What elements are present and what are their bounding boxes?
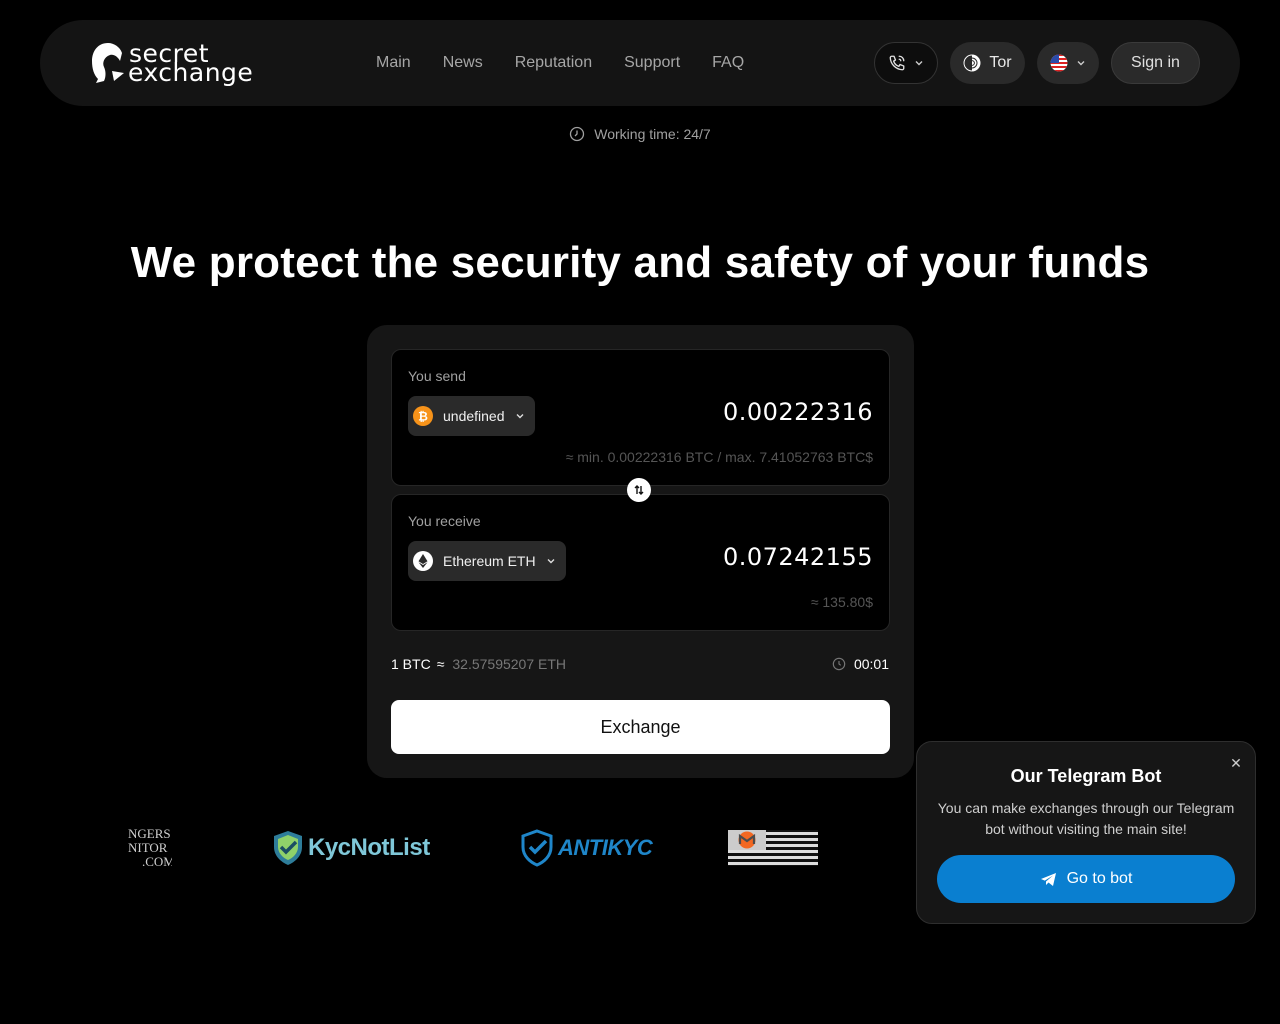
hooded-figure-logo-icon: [92, 43, 124, 83]
header-actions: Tor Sign in: [874, 42, 1200, 84]
monero-flag-icon: [728, 830, 818, 866]
logo-wordmark: secret exchange: [128, 41, 254, 87]
timer-value: 00:01: [853, 656, 889, 672]
nav-main[interactable]: Main: [376, 51, 411, 75]
send-panel: You send ₿ undefined ≈ min. 0.00222316 B…: [391, 349, 890, 486]
contact-dropdown-button[interactable]: [874, 42, 938, 84]
telegram-popup-title: Our Telegram Bot: [1010, 766, 1162, 786]
partner-monero-flag-logo[interactable]: [728, 826, 818, 870]
send-currency-select[interactable]: ₿ undefined: [408, 396, 535, 436]
logo[interactable]: secret exchange: [90, 41, 253, 85]
exchange-button[interactable]: Exchange: [391, 700, 890, 754]
nav-support[interactable]: Support: [624, 51, 680, 75]
telegram-bot-popup: ✕ Our Telegram Bot You can make exchange…: [916, 741, 1256, 924]
chevron-down-icon: [915, 61, 923, 66]
language-dropdown-button[interactable]: [1037, 42, 1099, 84]
logo-line-2: exchange: [128, 58, 254, 87]
working-time-text: Working time: 24/7: [594, 126, 711, 142]
swap-arrows-icon: [634, 485, 644, 495]
partner-antikyc-logo[interactable]: ANTIKYC: [520, 826, 653, 870]
chevron-down-icon: [547, 559, 555, 564]
antikyc-label: ANTIKYC: [558, 835, 653, 860]
chevron-down-icon: [516, 414, 524, 419]
shield-check-icon: [274, 831, 302, 865]
nav-faq[interactable]: FAQ: [712, 51, 744, 75]
kycnotlist-label: KycNotList: [308, 834, 430, 861]
nav-news[interactable]: News: [443, 51, 483, 75]
ethereum-icon: [413, 551, 433, 571]
dangers-line-2: NITOR: [128, 840, 168, 855]
clock-icon: [570, 126, 585, 142]
dangers-line-1: NGERS: [128, 826, 171, 841]
tor-onion-icon: [963, 54, 981, 72]
partner-dangers-monitor-logo[interactable]: NGERS NITOR .COM: [128, 826, 172, 870]
us-flag-icon: [1050, 54, 1068, 72]
rate-timer: 00:01: [832, 656, 889, 672]
receive-label: You receive: [408, 513, 481, 529]
rate-value: 32.57595207 ETH: [452, 656, 567, 672]
chevron-down-icon: [1077, 61, 1085, 66]
phone-icon: [889, 55, 905, 71]
telegram-plane-icon: [1040, 872, 1056, 886]
rate-approx-sign: ≈: [436, 656, 445, 672]
dangers-line-3: .COM: [142, 854, 172, 869]
tor-button[interactable]: Tor: [950, 42, 1025, 84]
sign-in-button[interactable]: Sign in: [1111, 42, 1200, 84]
send-limits-hint: ≈ min. 0.00222316 BTC / max. 7.41052763 …: [565, 449, 873, 465]
send-currency-label: undefined: [443, 408, 505, 424]
hero-title: We protect the security and safety of yo…: [130, 238, 1150, 287]
clock-icon: [832, 657, 846, 671]
shield-check-icon: [521, 829, 553, 867]
receive-panel: You receive Ethereum ETH ≈ 135.80$: [391, 494, 890, 631]
rate-base: 1 BTC: [391, 656, 431, 672]
send-amount-input[interactable]: [613, 398, 873, 426]
send-label: You send: [408, 368, 466, 384]
partner-kycnotlist-logo[interactable]: KycNotList: [272, 826, 430, 870]
working-time: Working time: 24/7: [0, 126, 1280, 142]
svg-text:₿: ₿: [418, 410, 428, 424]
nav-reputation[interactable]: Reputation: [515, 51, 592, 75]
header-bar: secret exchange Main News Reputation Sup…: [40, 20, 1240, 106]
main-nav: Main News Reputation Support FAQ: [376, 51, 744, 75]
receive-currency-select[interactable]: Ethereum ETH: [408, 541, 566, 581]
receive-amount-input[interactable]: [613, 543, 873, 571]
telegram-popup-text: You can make exchanges through our Teleg…: [937, 800, 1235, 837]
tor-label: Tor: [989, 54, 1012, 71]
swap-direction-button[interactable]: [627, 478, 651, 502]
exchange-card: You send ₿ undefined ≈ min. 0.00222316 B…: [367, 325, 914, 778]
go-to-bot-label: Go to bot: [1066, 870, 1133, 887]
receive-currency-label: Ethereum ETH: [443, 553, 536, 569]
receive-usd-hint: ≈ 135.80$: [810, 594, 873, 610]
go-to-bot-button[interactable]: Go to bot: [937, 855, 1235, 903]
exchange-rate: 1 BTC ≈ 32.57595207 ETH: [391, 656, 566, 672]
bitcoin-icon: ₿: [413, 406, 433, 426]
